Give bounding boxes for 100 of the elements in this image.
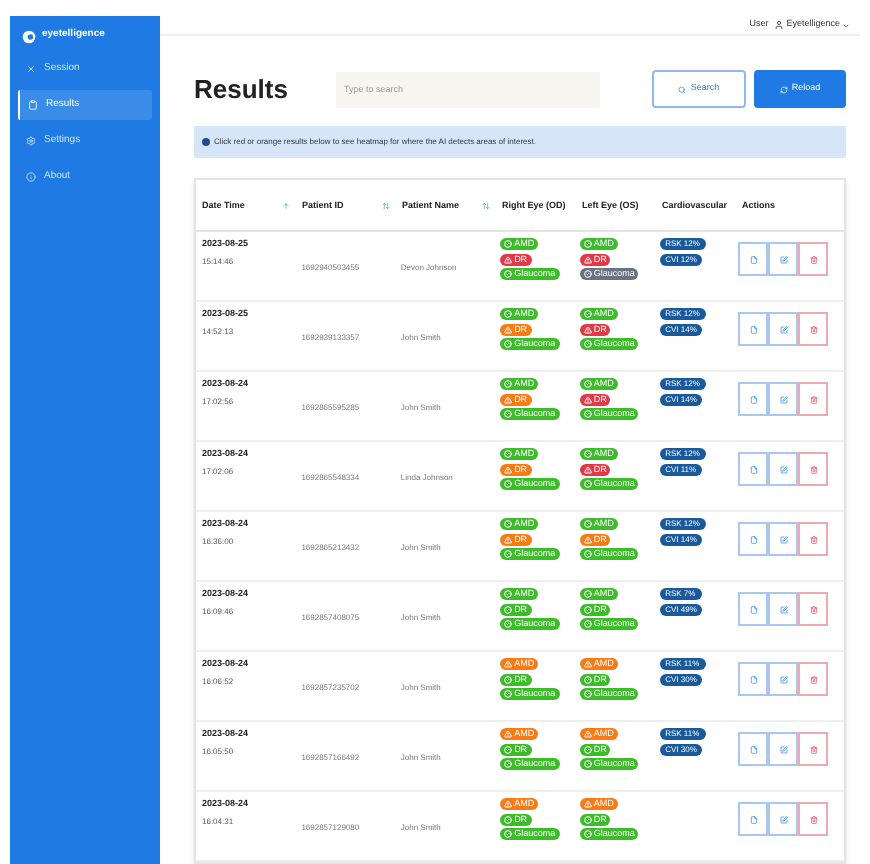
edit-icon [779, 535, 788, 543]
delete-button[interactable] [798, 242, 829, 276]
check-icon [504, 240, 513, 248]
sort-asc-icon[interactable] [282, 201, 290, 209]
view-button[interactable] [738, 592, 769, 626]
sort-icon[interactable] [482, 201, 490, 209]
file-icon [749, 465, 758, 473]
trash-icon [809, 465, 818, 473]
file-icon [749, 535, 758, 543]
check-icon [504, 480, 513, 488]
check-icon [583, 830, 592, 838]
warning-icon [583, 800, 592, 808]
edit-button[interactable] [768, 382, 799, 416]
file-icon [749, 255, 758, 263]
reload-icon [779, 85, 788, 93]
page-title: Results [194, 71, 290, 108]
trash-icon [809, 535, 818, 543]
file-icon [749, 675, 758, 683]
delete-button[interactable] [798, 452, 829, 486]
check-icon [504, 310, 513, 318]
gear-icon [26, 136, 36, 146]
check-icon [504, 270, 513, 278]
view-button[interactable] [738, 312, 769, 346]
edit-icon [779, 255, 788, 263]
search-icon [678, 85, 687, 93]
check-icon [504, 380, 513, 388]
check-icon [583, 690, 592, 698]
warning-icon [583, 730, 592, 738]
edit-icon [779, 675, 788, 683]
warning-icon [504, 535, 513, 543]
user-icon [774, 20, 785, 30]
check-icon [504, 410, 513, 418]
check-icon [504, 760, 513, 768]
check-icon [583, 480, 592, 488]
check-icon [504, 690, 513, 698]
file-icon [749, 325, 758, 333]
check-icon [583, 380, 592, 388]
clipboard-icon [28, 100, 38, 110]
check-icon [504, 620, 513, 628]
view-button[interactable] [738, 452, 769, 486]
check-icon [504, 520, 513, 528]
check-icon [583, 675, 592, 683]
warning-icon [504, 660, 513, 668]
edit-button[interactable] [768, 452, 799, 486]
trash-icon [809, 745, 818, 753]
edit-button[interactable] [768, 312, 799, 346]
delete-button[interactable] [798, 592, 829, 626]
delete-button[interactable] [798, 802, 829, 836]
edit-button[interactable] [768, 522, 799, 556]
check-icon [504, 745, 513, 753]
check-icon [583, 310, 592, 318]
edit-button[interactable] [768, 662, 799, 696]
warning-icon [504, 730, 513, 738]
warning-icon [583, 535, 592, 543]
edit-icon [779, 465, 788, 473]
edit-icon [779, 745, 788, 753]
warning-icon [583, 255, 592, 263]
check-icon [504, 340, 513, 348]
edit-icon [779, 325, 788, 333]
file-icon [749, 745, 758, 753]
delete-button[interactable] [798, 732, 829, 766]
delete-button[interactable] [798, 662, 829, 696]
trash-icon [809, 815, 818, 823]
check-icon [583, 450, 592, 458]
view-button[interactable] [738, 522, 769, 556]
check-icon [583, 240, 592, 248]
info-icon [26, 172, 36, 182]
delete-button[interactable] [798, 522, 829, 556]
view-button[interactable] [738, 732, 769, 766]
check-icon [583, 550, 592, 558]
check-icon [583, 270, 592, 278]
edit-button[interactable] [768, 802, 799, 836]
check-icon [583, 520, 592, 528]
trash-icon [809, 325, 818, 333]
check-icon [504, 815, 513, 823]
logo-icon [22, 29, 36, 43]
view-button[interactable] [738, 382, 769, 416]
file-icon [749, 395, 758, 403]
check-icon [583, 620, 592, 628]
delete-button[interactable] [798, 312, 829, 346]
view-button[interactable] [738, 242, 769, 276]
delete-button[interactable] [798, 382, 829, 416]
sort-icon[interactable] [382, 201, 390, 209]
edit-button[interactable] [768, 592, 799, 626]
check-icon [583, 745, 592, 753]
check-icon [504, 550, 513, 558]
check-icon [583, 410, 592, 418]
edit-button[interactable] [768, 242, 799, 276]
warning-icon [504, 800, 513, 808]
warning-icon [583, 660, 592, 668]
warning-icon [583, 395, 592, 403]
view-button[interactable] [738, 662, 769, 696]
edit-icon [779, 395, 788, 403]
trash-icon [809, 255, 818, 263]
edit-button[interactable] [768, 732, 799, 766]
check-icon [583, 760, 592, 768]
file-icon [749, 815, 758, 823]
check-icon [583, 340, 592, 348]
info-dot-icon [202, 138, 210, 146]
view-button[interactable] [738, 802, 769, 836]
